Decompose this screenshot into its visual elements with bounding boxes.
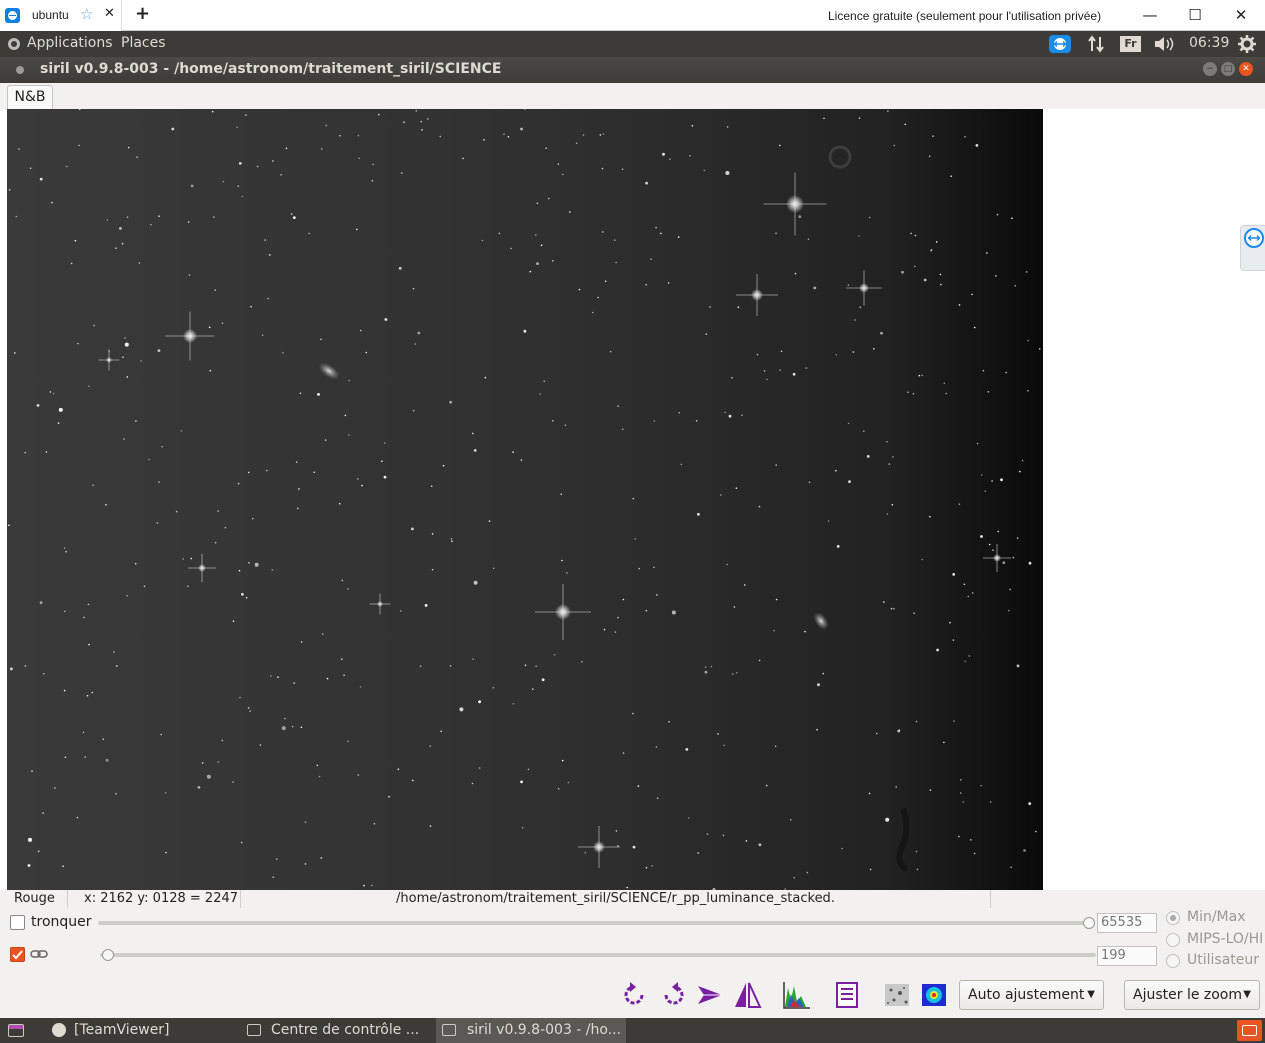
taskbar-item-siril[interactable]: siril v0.9.8-003 - /ho... <box>436 1018 626 1043</box>
teamviewer-tab-bar: ubuntu ☆ ✕ + Licence gratuite (seulement… <box>0 0 1265 31</box>
window-maximize-icon[interactable]: □ <box>1221 62 1235 76</box>
teamviewer-side-panel-handle[interactable] <box>1240 225 1265 271</box>
low-cutoff-slider[interactable] <box>100 953 1096 957</box>
crop-label: tronquer <box>31 914 92 930</box>
session-tab-label: ubuntu <box>32 8 69 22</box>
minimize-button[interactable]: — <box>1138 4 1162 26</box>
rotate-right-icon[interactable] <box>658 978 688 1012</box>
new-tab-button[interactable]: + <box>135 3 150 24</box>
taskbar-item-teamviewer[interactable]: [TeamViewer] <box>48 1018 235 1043</box>
chevron-down-icon: ▼ <box>1087 989 1095 1000</box>
teamviewer-app-icon <box>52 1023 66 1037</box>
applications-icon <box>8 38 20 50</box>
crop-checkbox[interactable] <box>10 915 25 930</box>
tab-channel-bw[interactable]: N&B <box>7 85 53 109</box>
close-tab-icon[interactable]: ✕ <box>104 6 115 21</box>
radio-minmax-label: Min/Max <box>1187 909 1246 925</box>
auto-adjust-label: Auto ajustement <box>968 987 1085 1003</box>
rotate-left-icon[interactable] <box>620 978 650 1012</box>
file-path: /home/astronom/traitement_siril/SCIENCE/… <box>241 890 991 908</box>
volume-icon[interactable] <box>1154 36 1176 52</box>
window-menu-icon[interactable] <box>16 66 24 74</box>
settings-gear-icon[interactable] <box>1238 35 1256 53</box>
applications-menu[interactable]: Applications <box>27 35 113 51</box>
window-minimize-icon[interactable]: − <box>1203 62 1217 76</box>
zoom-dropdown[interactable]: Ajuster le zoom ▼ <box>1124 980 1260 1010</box>
radio-mips-label: MIPS-LO/HI <box>1187 931 1264 947</box>
mirror-vertical-icon[interactable] <box>733 978 763 1012</box>
radio-mips[interactable] <box>1166 933 1180 947</box>
link-checkbox[interactable] <box>10 947 25 962</box>
window-close-icon[interactable]: ✕ <box>1239 62 1253 76</box>
mirror-horizontal-icon[interactable] <box>696 978 726 1012</box>
license-notice: Licence gratuite (seulement pour l'utili… <box>828 9 1102 23</box>
radio-user[interactable] <box>1166 954 1180 968</box>
window-titlebar: siril v0.9.8-003 - /home/astronom/traite… <box>0 57 1265 83</box>
window-title: siril v0.9.8-003 - /home/astronom/traite… <box>40 61 502 77</box>
taskbar-item-control-center[interactable]: Centre de contrôle ... <box>243 1018 428 1043</box>
trash-applet-icon[interactable] <box>1237 1020 1262 1041</box>
channel-tab-strip <box>0 83 1265 109</box>
radio-minmax[interactable] <box>1166 911 1180 925</box>
bottom-taskbar: [TeamViewer] Centre de contrôle ... siri… <box>0 1018 1265 1043</box>
high-slider-knob[interactable] <box>1083 917 1095 929</box>
low-slider-knob[interactable] <box>102 949 114 961</box>
zoom-label: Ajuster le zoom <box>1133 987 1243 1003</box>
grayscale-view-icon[interactable] <box>882 978 912 1012</box>
taskbar-item-label: Centre de contrôle ... <box>271 1022 420 1038</box>
taskbar-item-label: siril v0.9.8-003 - /ho... <box>467 1022 622 1038</box>
astronomy-image <box>7 109 1043 890</box>
high-cutoff-slider[interactable] <box>98 921 1091 925</box>
chevron-down-icon: ▼ <box>1243 989 1251 1000</box>
auto-adjust-dropdown[interactable]: Auto ajustement ▼ <box>959 980 1104 1010</box>
window-close-button[interactable]: ✕ <box>1229 4 1253 26</box>
histogram-icon[interactable] <box>782 978 812 1012</box>
places-menu[interactable]: Places <box>121 35 166 51</box>
teamviewer-session-tab[interactable]: ubuntu ☆ ✕ <box>0 0 122 31</box>
gnome-top-panel: Applications Places Fr 06:39 <box>0 31 1265 82</box>
window-app-icon <box>247 1024 261 1036</box>
channel-indicator: Rouge <box>0 890 68 908</box>
maximize-button[interactable]: ☐ <box>1183 4 1207 26</box>
clock[interactable]: 06:39 <box>1189 35 1229 51</box>
show-desktop-icon[interactable] <box>8 1024 24 1037</box>
low-value-field[interactable]: 199 <box>1097 946 1157 966</box>
false-color-view-icon[interactable] <box>919 978 949 1012</box>
favorite-star-icon[interactable]: ☆ <box>80 5 93 23</box>
image-canvas[interactable] <box>7 109 1043 890</box>
fits-header-icon[interactable] <box>832 978 862 1012</box>
taskbar-item-label: [TeamViewer] <box>74 1022 170 1038</box>
status-bar: Rouge x: 2162 y: 0128 = 2247 /home/astro… <box>0 890 1265 908</box>
teamviewer-tray-icon[interactable] <box>1049 35 1071 53</box>
window-app-icon <box>442 1024 456 1036</box>
image-margin-area <box>1043 109 1265 890</box>
radio-user-label: Utilisateur <box>1187 952 1260 968</box>
keyboard-layout-indicator[interactable]: Fr <box>1120 36 1141 52</box>
teamviewer-logo-icon <box>5 8 20 23</box>
pixel-coordinates: x: 2162 y: 0128 = 2247 <box>68 890 241 908</box>
high-value-field[interactable]: 65535 <box>1097 913 1157 933</box>
link-chain-icon <box>30 948 48 960</box>
network-icon[interactable] <box>1087 35 1105 53</box>
